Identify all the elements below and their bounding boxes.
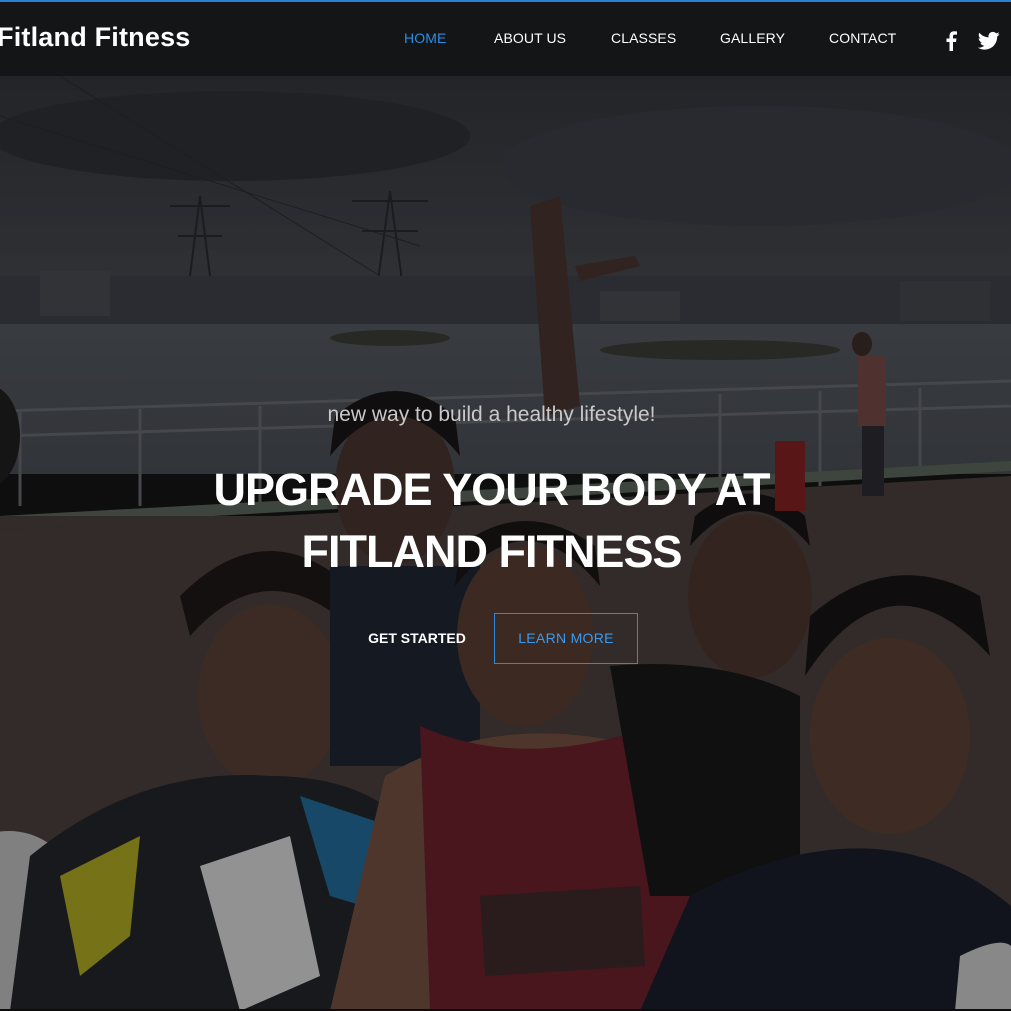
navbar: Fitland Fitness HOME ABOUT US CLASSES GA… [0, 2, 1011, 76]
facebook-icon[interactable] [944, 31, 958, 53]
main-nav: HOME ABOUT US CLASSES GALLERY CONTACT [0, 30, 1011, 52]
hero-section: new way to build a healthy lifestyle! UP… [0, 76, 1011, 1011]
twitter-icon[interactable] [977, 31, 1000, 53]
hero-title: UPGRADE YOUR BODY AT FITLAND FITNESS [0, 459, 983, 583]
page: Fitland Fitness HOME ABOUT US CLASSES GA… [0, 0, 1011, 1011]
nav-item-classes[interactable]: CLASSES [611, 30, 676, 46]
nav-item-gallery[interactable]: GALLERY [720, 30, 785, 46]
get-started-button[interactable]: GET STARTED [352, 613, 482, 663]
nav-item-contact[interactable]: CONTACT [829, 30, 896, 46]
hero-title-line-2: FITLAND FITNESS [301, 526, 683, 577]
nav-item-home[interactable]: HOME [404, 30, 446, 46]
nav-item-about-us[interactable]: ABOUT US [494, 30, 566, 46]
hero-title-line-1: UPGRADE YOUR BODY AT [213, 464, 771, 515]
top-accent-line [0, 0, 1011, 2]
learn-more-button[interactable]: LEARN MORE [494, 613, 638, 664]
hero-tagline: new way to build a healthy lifestyle! [327, 403, 656, 426]
